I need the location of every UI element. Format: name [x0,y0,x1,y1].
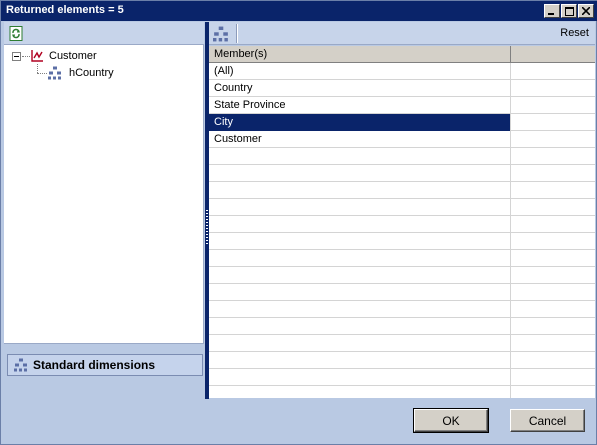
member-cell[interactable] [209,369,511,386]
close-icon [582,7,590,15]
member-cell[interactable]: State Province [209,97,511,114]
table-row[interactable] [209,165,595,182]
dimension-group-label: Standard dimensions [33,358,156,372]
blank-cell[interactable] [511,97,595,114]
blank-cell[interactable] [511,335,595,352]
blank-cell[interactable] [511,301,595,318]
hierarchy-view-button[interactable] [213,26,231,42]
member-cell[interactable] [209,250,511,267]
member-cell[interactable] [209,335,511,352]
table-row[interactable] [209,182,595,199]
member-cell[interactable]: Country [209,80,511,97]
table-row[interactable] [209,233,595,250]
member-cell[interactable] [209,165,511,182]
blank-cell[interactable] [511,165,595,182]
blank-cell[interactable] [511,148,595,165]
blank-cell[interactable] [511,63,595,80]
blank-cell[interactable] [511,114,595,131]
dimension-group-panel: Standard dimensions [4,343,204,398]
blank-cell[interactable] [511,216,595,233]
member-cell[interactable]: City [209,114,511,131]
member-cell[interactable] [209,284,511,301]
hierarchy-icon [48,66,61,80]
left-toolbar [4,22,204,45]
member-cell[interactable] [209,182,511,199]
table-row[interactable] [209,267,595,284]
blank-cell[interactable] [511,182,595,199]
member-cell[interactable] [209,267,511,284]
member-cell[interactable] [209,318,511,335]
table-row[interactable] [209,199,595,216]
table-row[interactable] [209,301,595,318]
tree-item-hcountry[interactable]: hCountry [48,65,114,81]
right-toolbar: Reset [209,22,595,45]
blank-cell[interactable] [511,386,595,398]
table-row[interactable]: (All) [209,63,595,80]
table-row[interactable] [209,250,595,267]
reset-button[interactable]: Reset [560,27,589,39]
member-cell[interactable]: Customer [209,131,511,148]
table-row[interactable] [209,335,595,352]
blank-cell[interactable] [511,318,595,335]
title-bar[interactable]: Returned elements = 5 [1,1,597,21]
maximize-button[interactable] [561,4,577,18]
blank-cell[interactable] [511,80,595,97]
member-cell[interactable]: (All) [209,63,511,80]
blank-cell[interactable] [511,199,595,216]
ok-button[interactable]: OK [413,408,489,433]
column-header-blank[interactable] [511,46,595,63]
tree-connector [37,73,47,74]
column-header-members[interactable]: Member(s) [209,46,511,63]
table-row[interactable] [209,318,595,335]
hierarchy-icon [213,26,228,42]
member-cell[interactable] [209,148,511,165]
hierarchy-icon [14,358,27,372]
splitter-grip [206,210,208,246]
table-row[interactable] [209,352,595,369]
blank-cell[interactable] [511,352,595,369]
member-cell[interactable] [209,233,511,250]
member-cell[interactable] [209,216,511,233]
blank-cell[interactable] [511,284,595,301]
minimize-icon [548,13,554,15]
table-row[interactable] [209,386,595,398]
grid-header: Member(s) [209,46,595,63]
table-row[interactable]: Customer [209,131,595,148]
blank-cell[interactable] [511,250,595,267]
blank-cell[interactable] [511,369,595,386]
dimension-icon [31,50,43,62]
dimension-tree: Customer hCountry [4,45,204,343]
blank-cell[interactable] [511,131,595,148]
collapse-toggle[interactable] [12,52,21,61]
minimize-button[interactable] [544,4,560,18]
refresh-button[interactable] [9,26,23,41]
cancel-button[interactable]: Cancel [510,409,585,432]
table-row[interactable] [209,216,595,233]
refresh-icon [9,26,23,41]
tree-connector [37,64,38,73]
tree-item-label: Customer [49,50,97,62]
table-row[interactable]: State Province [209,97,595,114]
table-row[interactable] [209,284,595,301]
tree-item-customer[interactable]: Customer [30,48,97,64]
maximize-icon [564,6,574,16]
members-grid: Member(s) (All) Country State Province City… [209,46,595,398]
member-cell[interactable] [209,199,511,216]
member-cell[interactable] [209,301,511,318]
blank-cell[interactable] [511,267,595,284]
tree-item-label: hCountry [69,67,114,79]
table-row[interactable]: Country [209,80,595,97]
standard-dimensions-button[interactable]: Standard dimensions [7,354,203,376]
tree-connector [22,56,30,57]
toolbar-separator [236,24,238,43]
close-button[interactable] [578,4,594,18]
table-row[interactable] [209,369,595,386]
table-row[interactable]: City [209,114,595,131]
table-row[interactable] [209,148,595,165]
member-cell[interactable] [209,386,511,398]
member-cell[interactable] [209,352,511,369]
blank-cell[interactable] [511,233,595,250]
returned-elements-dialog: Returned elements = 5 Customer hCountry … [0,0,597,445]
window-title: Returned elements = 5 [6,4,124,16]
